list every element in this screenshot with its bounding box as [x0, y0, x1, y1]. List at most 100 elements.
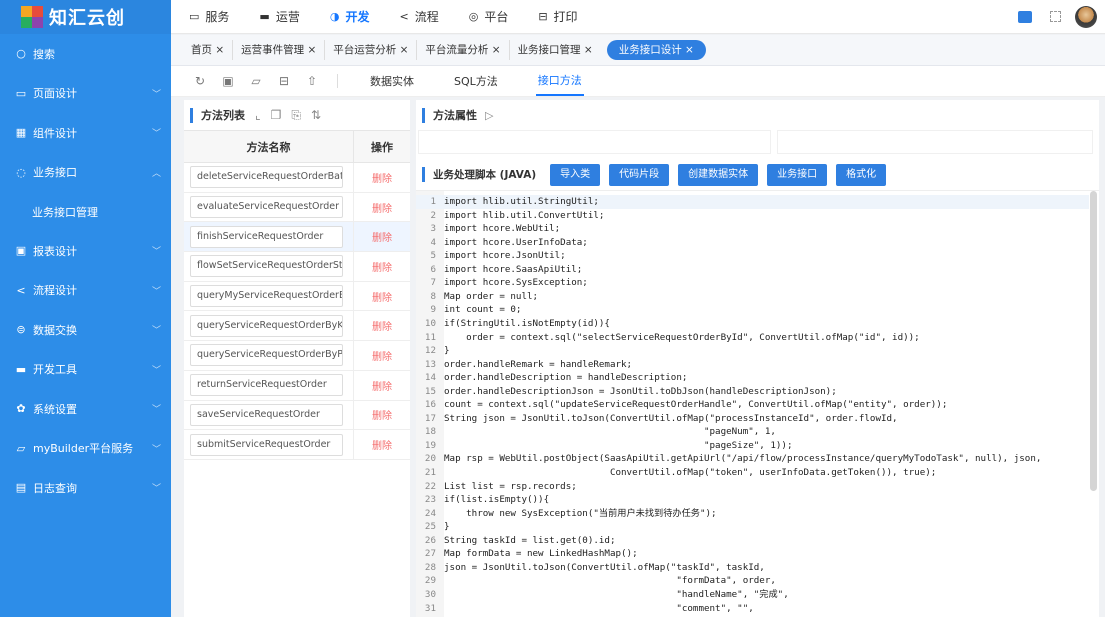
delete-link[interactable]: 删除	[354, 282, 410, 311]
sidebar-item-component-design[interactable]: ▦ 组件设计 ﹀	[0, 113, 171, 153]
add-icon[interactable]: ⌞	[255, 108, 261, 122]
code-line[interactable]: 9 int count = 0;	[416, 303, 1089, 317]
tab-sql-method[interactable]: SQL方法	[452, 67, 500, 95]
sidebar-item-system-settings[interactable]: ✿ 系统设置 ﹀	[0, 389, 171, 429]
code-line[interactable]: 21 ConvertUtil.ofMap("token", userInfoDa…	[416, 466, 1089, 480]
table-row[interactable]: queryMyServiceRequestOrderByPage 删除	[184, 281, 410, 312]
prop-field[interactable]	[777, 130, 1093, 154]
business-api-button[interactable]: 业务接口	[767, 163, 828, 186]
method-name-input[interactable]: deleteServiceRequestOrderBatch	[190, 166, 343, 189]
avatar[interactable]	[1075, 5, 1097, 28]
code-line[interactable]: 22 List list = rsp.records;	[416, 480, 1089, 494]
code-line[interactable]: 24 throw new SysException("当前用户未找到待办任务")…	[416, 507, 1089, 521]
scrollbar-thumb[interactable]	[1090, 191, 1097, 491]
method-name-input[interactable]: queryServiceRequestOrderByKey	[190, 314, 343, 337]
topnav-service[interactable]: ▭ 服务	[189, 8, 229, 25]
tab-home[interactable]: 首页 ×	[183, 40, 234, 60]
method-name-input[interactable]: queryServiceRequestOrderByPage	[190, 344, 343, 367]
code-line[interactable]: 8 Map order = null;	[416, 290, 1089, 304]
delete-link[interactable]: 删除	[354, 193, 410, 222]
table-row[interactable]: finishServiceRequestOrder 删除	[184, 222, 410, 253]
delete-link[interactable]: 删除	[354, 341, 410, 370]
delete-link[interactable]: 删除	[354, 311, 410, 340]
fullscreen-icon[interactable]	[1050, 11, 1061, 22]
table-row[interactable]: returnServiceRequestOrder 删除	[184, 370, 410, 401]
play-icon[interactable]: ▷	[485, 109, 493, 122]
code-line[interactable]: 14 order.handleDescription = handleDescri…	[416, 371, 1089, 385]
code-line[interactable]: 25}	[416, 520, 1089, 534]
copy-icon[interactable]: ❐	[271, 108, 282, 122]
code-line[interactable]: 27 Map formData = new LinkedHashMap();	[416, 547, 1089, 561]
delete-link[interactable]: 删除	[354, 252, 410, 281]
table-row[interactable]: submitServiceRequestOrder 删除	[184, 430, 410, 460]
logo[interactable]: 知汇云创	[0, 0, 171, 34]
print-icon[interactable]: ⊟	[277, 74, 291, 88]
topnav-platform[interactable]: ◎ 平台	[469, 8, 509, 25]
code-line[interactable]: 2 import hlib.util.ConvertUtil;	[416, 209, 1089, 223]
code-line[interactable]: 17 String json = JsonUtil.toJson(ConvertU…	[416, 412, 1089, 426]
code-line[interactable]: 4 import hcore.UserInfoData;	[416, 236, 1089, 250]
code-editor[interactable]: 1 import hlib.util.StringUtil; 2 import hli…	[416, 190, 1099, 617]
code-line[interactable]: 28 json = JsonUtil.toJson(ConvertUtil.ofM…	[416, 561, 1089, 575]
table-row[interactable]: evaluateServiceRequestOrder 删除	[184, 192, 410, 223]
format-button[interactable]: 格式化	[836, 163, 887, 186]
method-name-input[interactable]: returnServiceRequestOrder	[190, 374, 343, 397]
topnav-operate[interactable]: ▬ 运营	[259, 8, 299, 25]
tab-data-entity[interactable]: 数据实体	[368, 67, 416, 95]
sidebar-item-business-api[interactable]: ◌ 业务接口 ︿	[0, 153, 171, 193]
topnav-develop[interactable]: ◑ 开发	[330, 8, 370, 25]
table-row[interactable]: queryServiceRequestOrderByPage 删除	[184, 341, 410, 371]
sidebar-item-report-design[interactable]: ▣ 报表设计 ﹀	[0, 231, 171, 271]
table-row[interactable]: queryServiceRequestOrderByKey 删除	[184, 311, 410, 342]
sort-icon[interactable]: ⇅	[311, 108, 321, 122]
code-line[interactable]: 1 import hlib.util.StringUtil;	[416, 195, 1089, 209]
code-line[interactable]: 31 "comment", "",	[416, 602, 1089, 616]
topnav-flow[interactable]: < 流程	[399, 8, 438, 25]
tab-platform-operation-analysis[interactable]: 平台运营分析 ×	[325, 40, 418, 60]
upload-icon[interactable]: ⇧	[305, 74, 319, 88]
sidebar-item-data-exchange[interactable]: ⊜ 数据交换 ﹀	[0, 310, 171, 350]
sidebar-subitem-api-manage[interactable]: 业务接口管理	[0, 192, 171, 231]
code-line[interactable]: 10 if(StringUtil.isNotEmpty(id)){	[416, 317, 1089, 331]
sidebar-item-dev-tools[interactable]: ▬ 开发工具 ﹀	[0, 350, 171, 390]
code-line[interactable]: 13 order.handleRemark = handleRemark;	[416, 358, 1089, 372]
sidebar-item-search[interactable]: ○ 搜索	[0, 34, 171, 74]
code-line[interactable]: 6 import hcore.SaasApiUtil;	[416, 263, 1089, 277]
table-row[interactable]: flowSetServiceRequestOrderState 删除	[184, 252, 410, 282]
tab-api-manage[interactable]: 业务接口管理 ×	[510, 40, 601, 60]
message-icon[interactable]	[1018, 10, 1032, 23]
prop-field[interactable]	[418, 130, 771, 154]
editor-scrollbar[interactable]	[1090, 191, 1097, 617]
method-name-input[interactable]: evaluateServiceRequestOrder	[190, 196, 343, 219]
table-row[interactable]: deleteServiceRequestOrderBatch 删除	[184, 163, 410, 193]
code-line[interactable]: 18 "pageNum", 1,	[416, 425, 1089, 439]
paste-icon[interactable]: ⎘	[291, 108, 301, 123]
create-entity-button[interactable]: 创建数据实体	[678, 163, 759, 186]
refresh-icon[interactable]: ↻	[193, 74, 207, 88]
sidebar-item-flow-design[interactable]: < 流程设计 ﹀	[0, 271, 171, 311]
code-snippet-button[interactable]: 代码片段	[609, 163, 670, 186]
method-name-input[interactable]: saveServiceRequestOrder	[190, 403, 343, 426]
code-line[interactable]: 5 import hcore.JsonUtil;	[416, 249, 1089, 263]
sidebar-item-log-query[interactable]: ▤ 日志查询 ﹀	[0, 468, 171, 508]
method-name-input[interactable]: flowSetServiceRequestOrderState	[190, 255, 343, 278]
code-line[interactable]: 16 count = context.sql("updateServiceRequ…	[416, 398, 1089, 412]
code-line[interactable]: 12}	[416, 344, 1089, 358]
code-line[interactable]: 20 Map rsp = WebUtil.postObject(SaasApiUt…	[416, 452, 1089, 466]
code-line[interactable]: 3 import hcore.WebUtil;	[416, 222, 1089, 236]
method-name-input[interactable]: queryMyServiceRequestOrderByPage	[190, 285, 343, 308]
tab-operation-events[interactable]: 运营事件管理 ×	[233, 40, 326, 60]
table-row[interactable]: saveServiceRequestOrder 删除	[184, 400, 410, 431]
code-line[interactable]: 7 import hcore.SysException;	[416, 276, 1089, 290]
method-name-input[interactable]: submitServiceRequestOrder	[190, 433, 343, 456]
topnav-print[interactable]: ⊟ 打印	[538, 8, 577, 25]
save-icon[interactable]: ▣	[221, 74, 235, 88]
folder-icon[interactable]: ▱	[249, 74, 263, 88]
import-class-button[interactable]: 导入类	[550, 163, 601, 186]
delete-link[interactable]: 删除	[354, 222, 410, 251]
sidebar-item-mybuilder[interactable]: ▱ myBuilder平台服务 ﹀	[0, 429, 171, 469]
code-line[interactable]: 29 "formData", order,	[416, 574, 1089, 588]
delete-link[interactable]: 删除	[354, 430, 410, 459]
tab-api-design[interactable]: 业务接口设计 ×	[606, 40, 706, 60]
code-line[interactable]: 30 "handleName", "完成",	[416, 588, 1089, 602]
